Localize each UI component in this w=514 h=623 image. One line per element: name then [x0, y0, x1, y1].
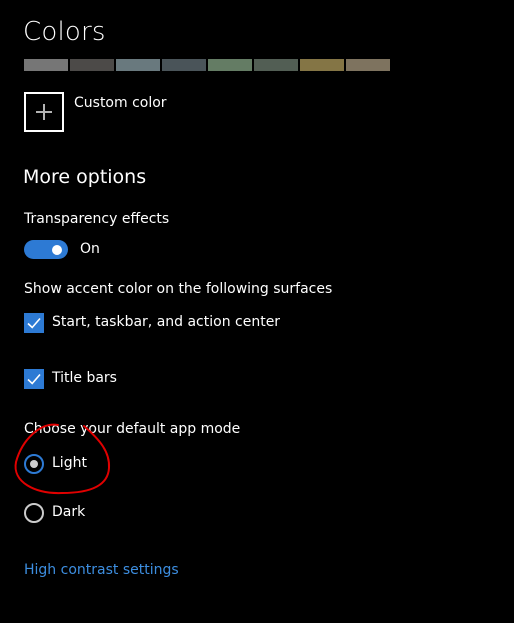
transparency-state-label: On	[80, 241, 100, 257]
checkbox-title-bars[interactable]	[24, 369, 44, 389]
transparency-effects-label: Transparency effects	[24, 211, 170, 227]
more-options-heading: More options	[23, 166, 147, 188]
custom-color-button[interactable]	[24, 92, 64, 132]
radio-selected-dot	[30, 460, 38, 468]
radio-light[interactable]	[24, 454, 44, 474]
checkmark-icon	[27, 373, 41, 385]
page-title: Colors	[23, 17, 106, 47]
custom-color-label[interactable]: Custom color	[74, 95, 167, 111]
transparency-toggle[interactable]	[24, 240, 68, 259]
color-swatch-grid	[24, 59, 390, 71]
app-mode-label: Choose your default app mode	[24, 421, 241, 437]
color-swatch-moss-gray[interactable]	[254, 59, 298, 71]
color-swatch-taupe[interactable]	[346, 59, 390, 71]
checkbox-start-taskbar[interactable]	[24, 313, 44, 333]
color-swatch-olive[interactable]	[300, 59, 344, 71]
checkbox-start-taskbar-label[interactable]: Start, taskbar, and action center	[52, 314, 280, 330]
radio-dark-label[interactable]: Dark	[52, 504, 85, 520]
high-contrast-settings-link[interactable]: High contrast settings	[24, 562, 179, 578]
color-swatch-gray[interactable]	[24, 59, 68, 71]
checkmark-icon	[27, 317, 41, 329]
color-swatch-dark-gray[interactable]	[70, 59, 114, 71]
color-swatch-storm-gray[interactable]	[162, 59, 206, 71]
checkbox-title-bars-label[interactable]: Title bars	[52, 370, 117, 386]
radio-dark[interactable]	[24, 503, 44, 523]
color-swatch-sage-green[interactable]	[208, 59, 252, 71]
red-annotation-circle	[14, 423, 111, 495]
accent-surfaces-label: Show accent color on the following surfa…	[24, 281, 333, 297]
toggle-knob	[52, 245, 62, 255]
radio-light-label[interactable]: Light	[52, 455, 87, 471]
color-swatch-slate-blue-gray[interactable]	[116, 59, 160, 71]
